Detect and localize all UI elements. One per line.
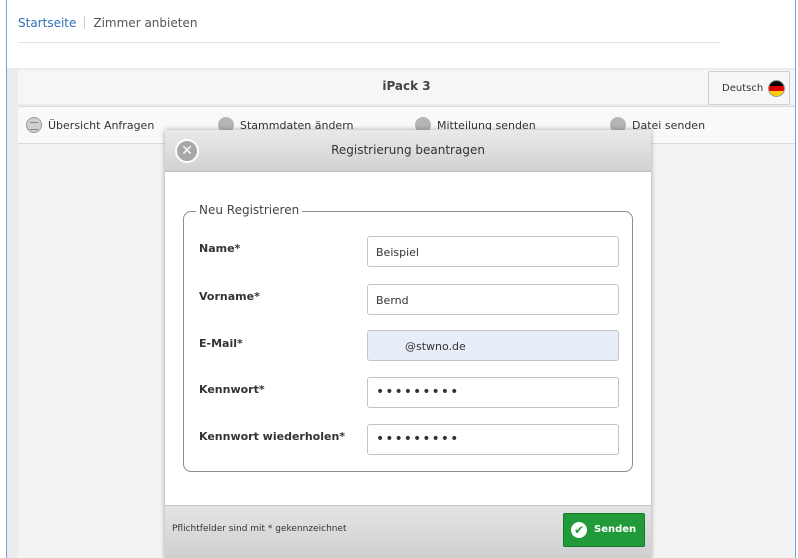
language-label: Deutsch [722,83,764,94]
checkmark-icon: ✔ [571,522,587,538]
name-label: Name* [199,242,241,255]
registration-fieldset: Neu Registrieren Name* Beispiel Vorname*… [183,203,633,472]
breadcrumb-divider [18,42,721,43]
page-border-right [795,0,796,558]
send-button-label: Senden [594,524,637,535]
language-select-button[interactable]: Deutsch [708,71,790,105]
password-repeat-field[interactable]: ••••••••• [367,424,619,455]
registration-dialog: ✕ Registrierung beantragen Neu Registrie… [165,130,651,558]
email-label: E-Mail* [199,337,243,350]
breadcrumb-current: Zimmer anbieten [93,16,198,30]
email-field[interactable]: @stwno.de [367,330,619,361]
password-repeat-label: Kennwort wiederholen* [199,430,346,443]
required-fields-note: Pflichtfelder sind mit * gekennzeichnet [172,524,347,534]
app-title: iPack 3 [382,79,431,93]
nav-item-label: Übersicht Anfragen [48,119,155,132]
password-label: Kennwort* [199,383,265,396]
fieldset-legend: Neu Registrieren [196,203,303,217]
name-field[interactable]: Beispiel [367,236,619,267]
app-title-bar: iPack 3 [18,70,795,104]
send-button[interactable]: ✔ Senden [563,513,645,547]
breadcrumb-separator [84,16,86,29]
dialog-title: Registrierung beantragen [331,143,485,157]
nav-item-uebersicht-anfragen[interactable]: Übersicht Anfragen [26,117,154,133]
breadcrumb-home-link[interactable]: Startseite [18,16,76,30]
dialog-footer: Pflichtfelder sind mit * gekennzeichnet … [165,505,651,558]
vorname-field[interactable]: Bernd [367,284,619,315]
password-field[interactable]: ••••••••• [367,377,619,408]
german-flag-icon [768,80,785,97]
dialog-header: ✕ Registrierung beantragen [165,130,651,172]
breadcrumb: Startseite Zimmer anbieten [18,16,197,30]
vorname-label: Vorname* [199,290,260,303]
calendar-icon [26,117,42,133]
